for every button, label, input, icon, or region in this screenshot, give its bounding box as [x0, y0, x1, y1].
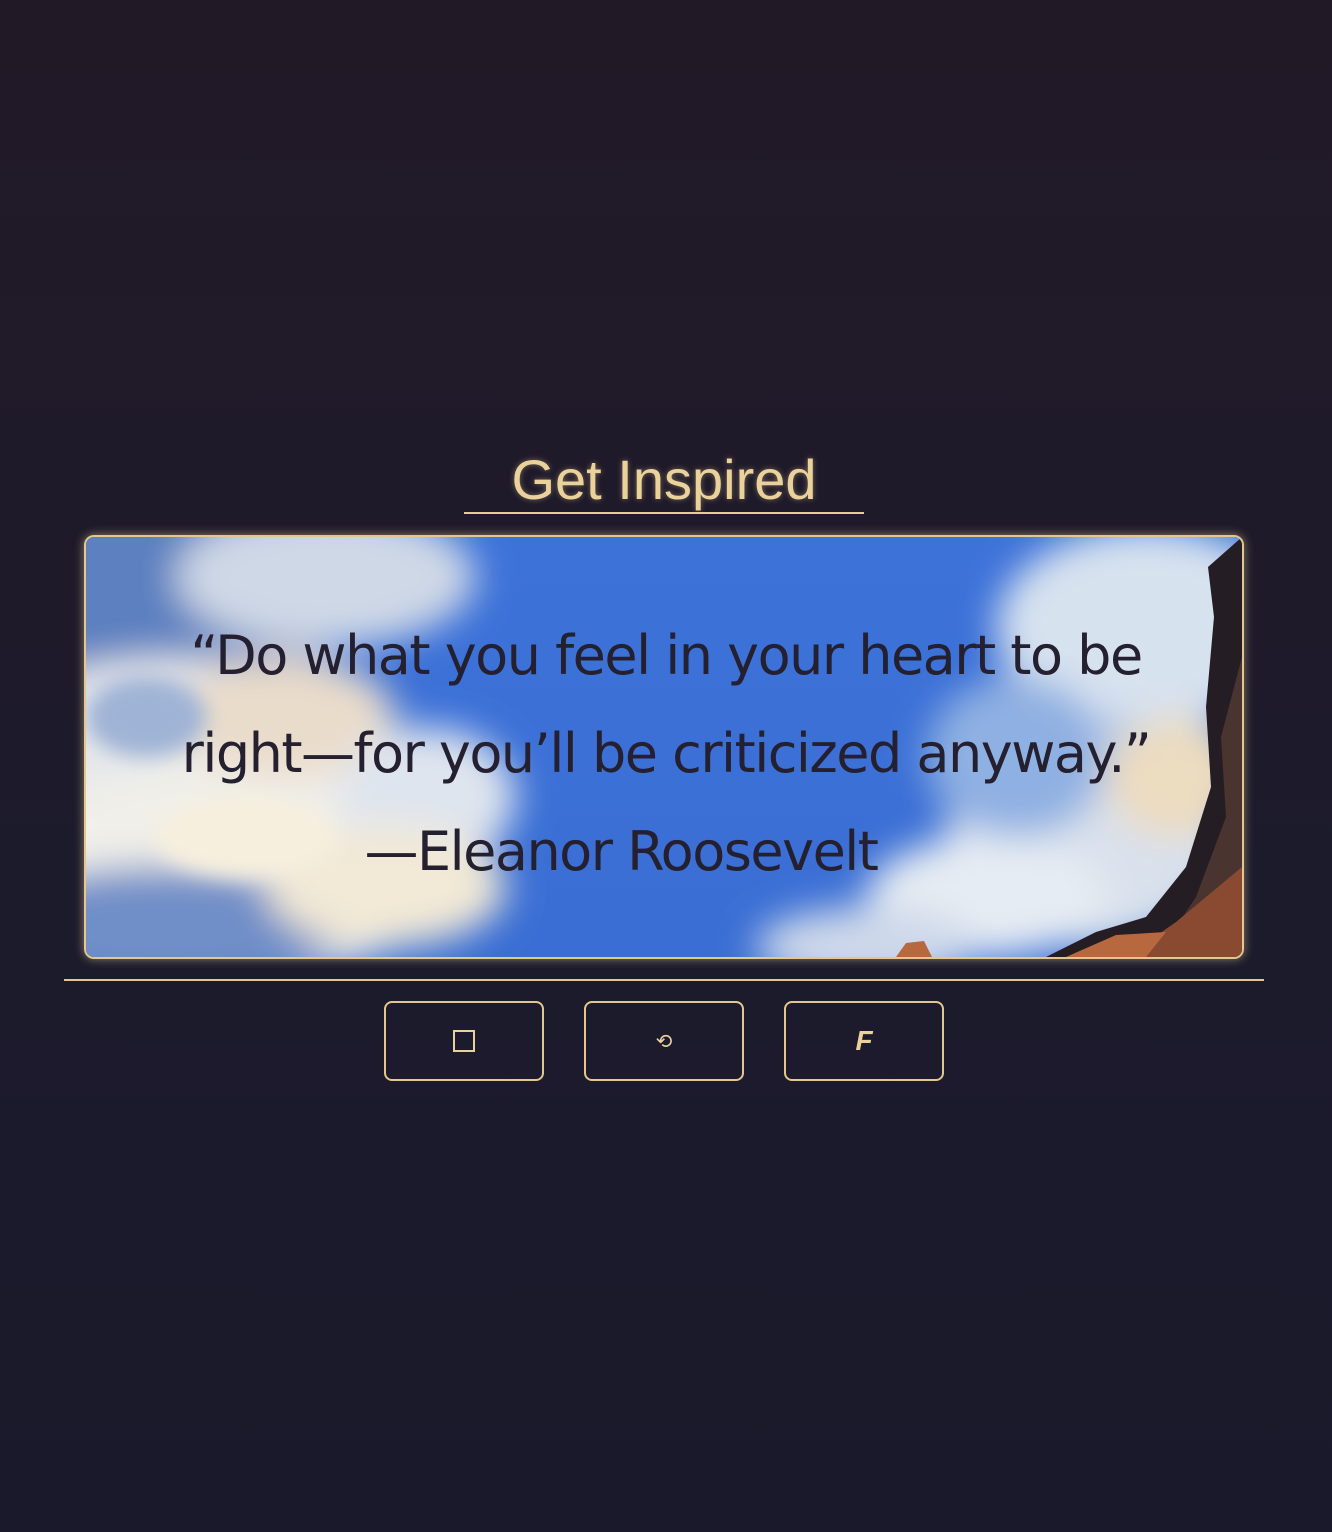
divider — [64, 979, 1264, 981]
quote-author: —Eleanor Roosevelt — [364, 820, 879, 883]
square-icon — [453, 1030, 475, 1052]
f-icon: F — [855, 1025, 873, 1056]
refresh-icon: ⟲ — [655, 1029, 673, 1053]
quote-card: “Do what you feel in your heart to be ri… — [84, 535, 1244, 959]
page-title: Get Inspired — [464, 446, 864, 514]
new-quote-button[interactable]: ⟲ — [584, 1001, 744, 1081]
quote-text: “Do what you feel in your heart to be ri… — [146, 607, 1186, 901]
quote-body: “Do what you feel in your heart to be ri… — [181, 624, 1152, 785]
square-button[interactable] — [384, 1001, 544, 1081]
facebook-share-button[interactable]: F — [784, 1001, 944, 1081]
